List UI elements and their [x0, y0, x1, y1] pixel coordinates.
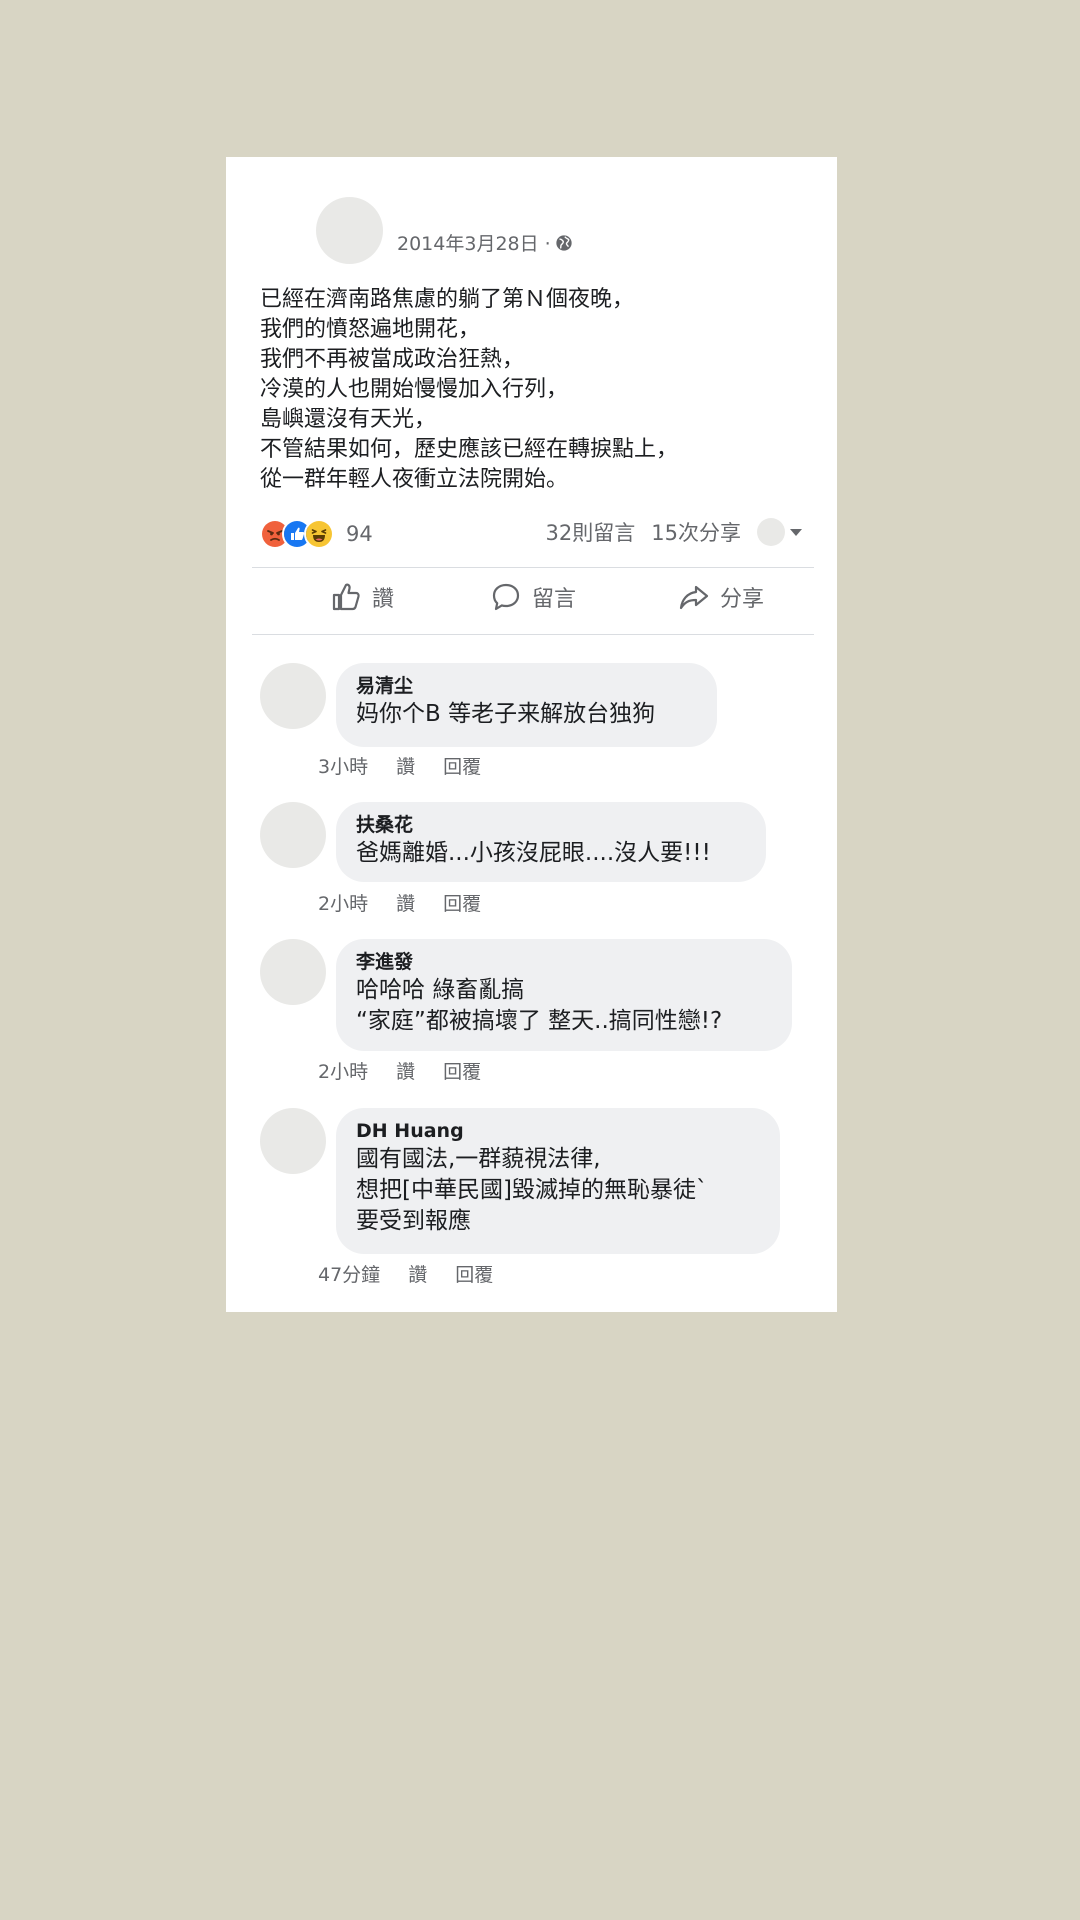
post-line: 島嶼還沒有天光，: [260, 407, 437, 432]
commenter-name[interactable]: 扶桑花: [356, 812, 746, 838]
comment-reply-button[interactable]: 回覆: [443, 752, 481, 779]
commenter-name[interactable]: 李進發: [356, 949, 772, 975]
post-line: 我們的憤怒遍地開花，: [260, 317, 481, 342]
commenter-avatar[interactable]: [260, 1108, 326, 1174]
comment-time[interactable]: 2小時: [318, 889, 368, 916]
comment-like-button[interactable]: 讚: [396, 889, 415, 916]
post-author-avatar[interactable]: [316, 197, 383, 264]
post-meta: 2014年3月28日 ·: [397, 229, 573, 256]
commenter-avatar[interactable]: [260, 802, 326, 868]
divider: [252, 634, 814, 635]
comment-bubble: 扶桑花 爸媽離婚...小孩沒屁眼....沒人要!!!: [336, 802, 766, 882]
comment-bubble: 李進發 哈哈哈 綠畜亂搞 “家庭”都被搞壞了 整天..搞同性戀!?: [336, 939, 792, 1051]
post-line: 不管結果如何，歷史應該已經在轉捩點上，: [260, 437, 679, 462]
shares-count[interactable]: 15次分享: [651, 517, 741, 547]
commenter-avatar[interactable]: [260, 663, 326, 729]
share-button-label: 分享: [720, 587, 765, 612]
speech-bubble-icon: [492, 583, 520, 611]
comment-text: 要受到報應: [356, 1208, 471, 1234]
comment-text: “家庭”都被搞壞了 整天..搞同性戀!?: [356, 1008, 723, 1034]
comment-button-label: 留言: [532, 587, 577, 612]
post-line: 從一群年輕人夜衝立法院開始。: [260, 467, 569, 492]
comment-text: 國有國法,一群藐視法律,: [356, 1146, 601, 1172]
comment-actions: 3小時 讚 回覆: [318, 752, 509, 779]
comment-time[interactable]: 3小時: [318, 752, 368, 779]
divider: [252, 567, 814, 568]
reactions-summary[interactable]: 94: [260, 519, 373, 549]
comment-text: 妈你个B 等老子来解放台独狗: [356, 701, 656, 727]
comment-actions: 2小時 讚 回覆: [318, 1057, 509, 1084]
comment-bubble: 易清尘 妈你个B 等老子来解放台独狗: [336, 663, 717, 747]
comments-count[interactable]: 32則留言: [546, 517, 636, 547]
post-line: 已經在濟南路焦慮的躺了第Ｎ個夜晚，: [260, 287, 635, 312]
comment-bubble: DH Huang 國有國法,一群藐視法律, 想把[中華民國]毀滅掉的無恥暴徒` …: [336, 1108, 780, 1254]
post-stats-right: 32則留言 15次分享: [546, 517, 803, 547]
comment-actions: 2小時 讚 回覆: [318, 889, 509, 916]
viewer-avatar[interactable]: [757, 518, 785, 546]
comment-actions: 47分鐘 讚 回覆: [318, 1260, 521, 1287]
commenter-name[interactable]: 易清尘: [356, 673, 697, 699]
comment-time[interactable]: 47分鐘: [318, 1260, 380, 1287]
reaction-count: 94: [346, 522, 373, 546]
post-text: 已經在濟南路焦慮的躺了第Ｎ個夜晚， 我們的憤怒遍地開花， 我們不再被當成政治狂熱…: [260, 285, 820, 495]
comment-text: 想把[中華民國]毀滅掉的無恥暴徒`: [356, 1177, 708, 1203]
comment-text: 哈哈哈 綠畜亂搞: [356, 977, 525, 1003]
comment-button[interactable]: 留言: [490, 569, 576, 625]
like-button-label: 讚: [372, 587, 395, 612]
commenter-avatar[interactable]: [260, 939, 326, 1005]
globe-icon: [556, 234, 572, 251]
comment-time[interactable]: 2小時: [318, 1057, 368, 1084]
comment-like-button[interactable]: 讚: [408, 1260, 427, 1287]
post-line: 我們不再被當成政治狂熱，: [260, 347, 525, 372]
comment-reply-button[interactable]: 回覆: [443, 1057, 481, 1084]
share-arrow-icon: [679, 585, 709, 610]
post-card: 2014年3月28日 · 已經在濟南路焦慮的躺了第Ｎ個夜晚， 我們的憤怒遍地開花…: [226, 157, 837, 1312]
comment-like-button[interactable]: 讚: [396, 1057, 415, 1084]
commenter-name[interactable]: DH Huang: [356, 1118, 760, 1144]
comment-like-button[interactable]: 讚: [396, 752, 415, 779]
post-line: 冷漠的人也開始慢慢加入行列，: [260, 377, 569, 402]
share-button[interactable]: 分享: [678, 569, 764, 625]
caret-down-icon[interactable]: [789, 525, 803, 539]
thumbs-up-icon: [332, 583, 360, 611]
haha-reaction-icon: [304, 519, 334, 549]
post-actions: 讚 留言 分享: [252, 569, 814, 625]
like-button[interactable]: 讚: [330, 569, 394, 625]
post-date[interactable]: 2014年3月28日 ·: [397, 229, 551, 256]
post-stats: 94 32則留言 15次分享: [260, 515, 803, 551]
comment-text: 爸媽離婚...小孩沒屁眼....沒人要!!!: [356, 840, 711, 866]
comment-reply-button[interactable]: 回覆: [443, 889, 481, 916]
comment-reply-button[interactable]: 回覆: [455, 1260, 493, 1287]
